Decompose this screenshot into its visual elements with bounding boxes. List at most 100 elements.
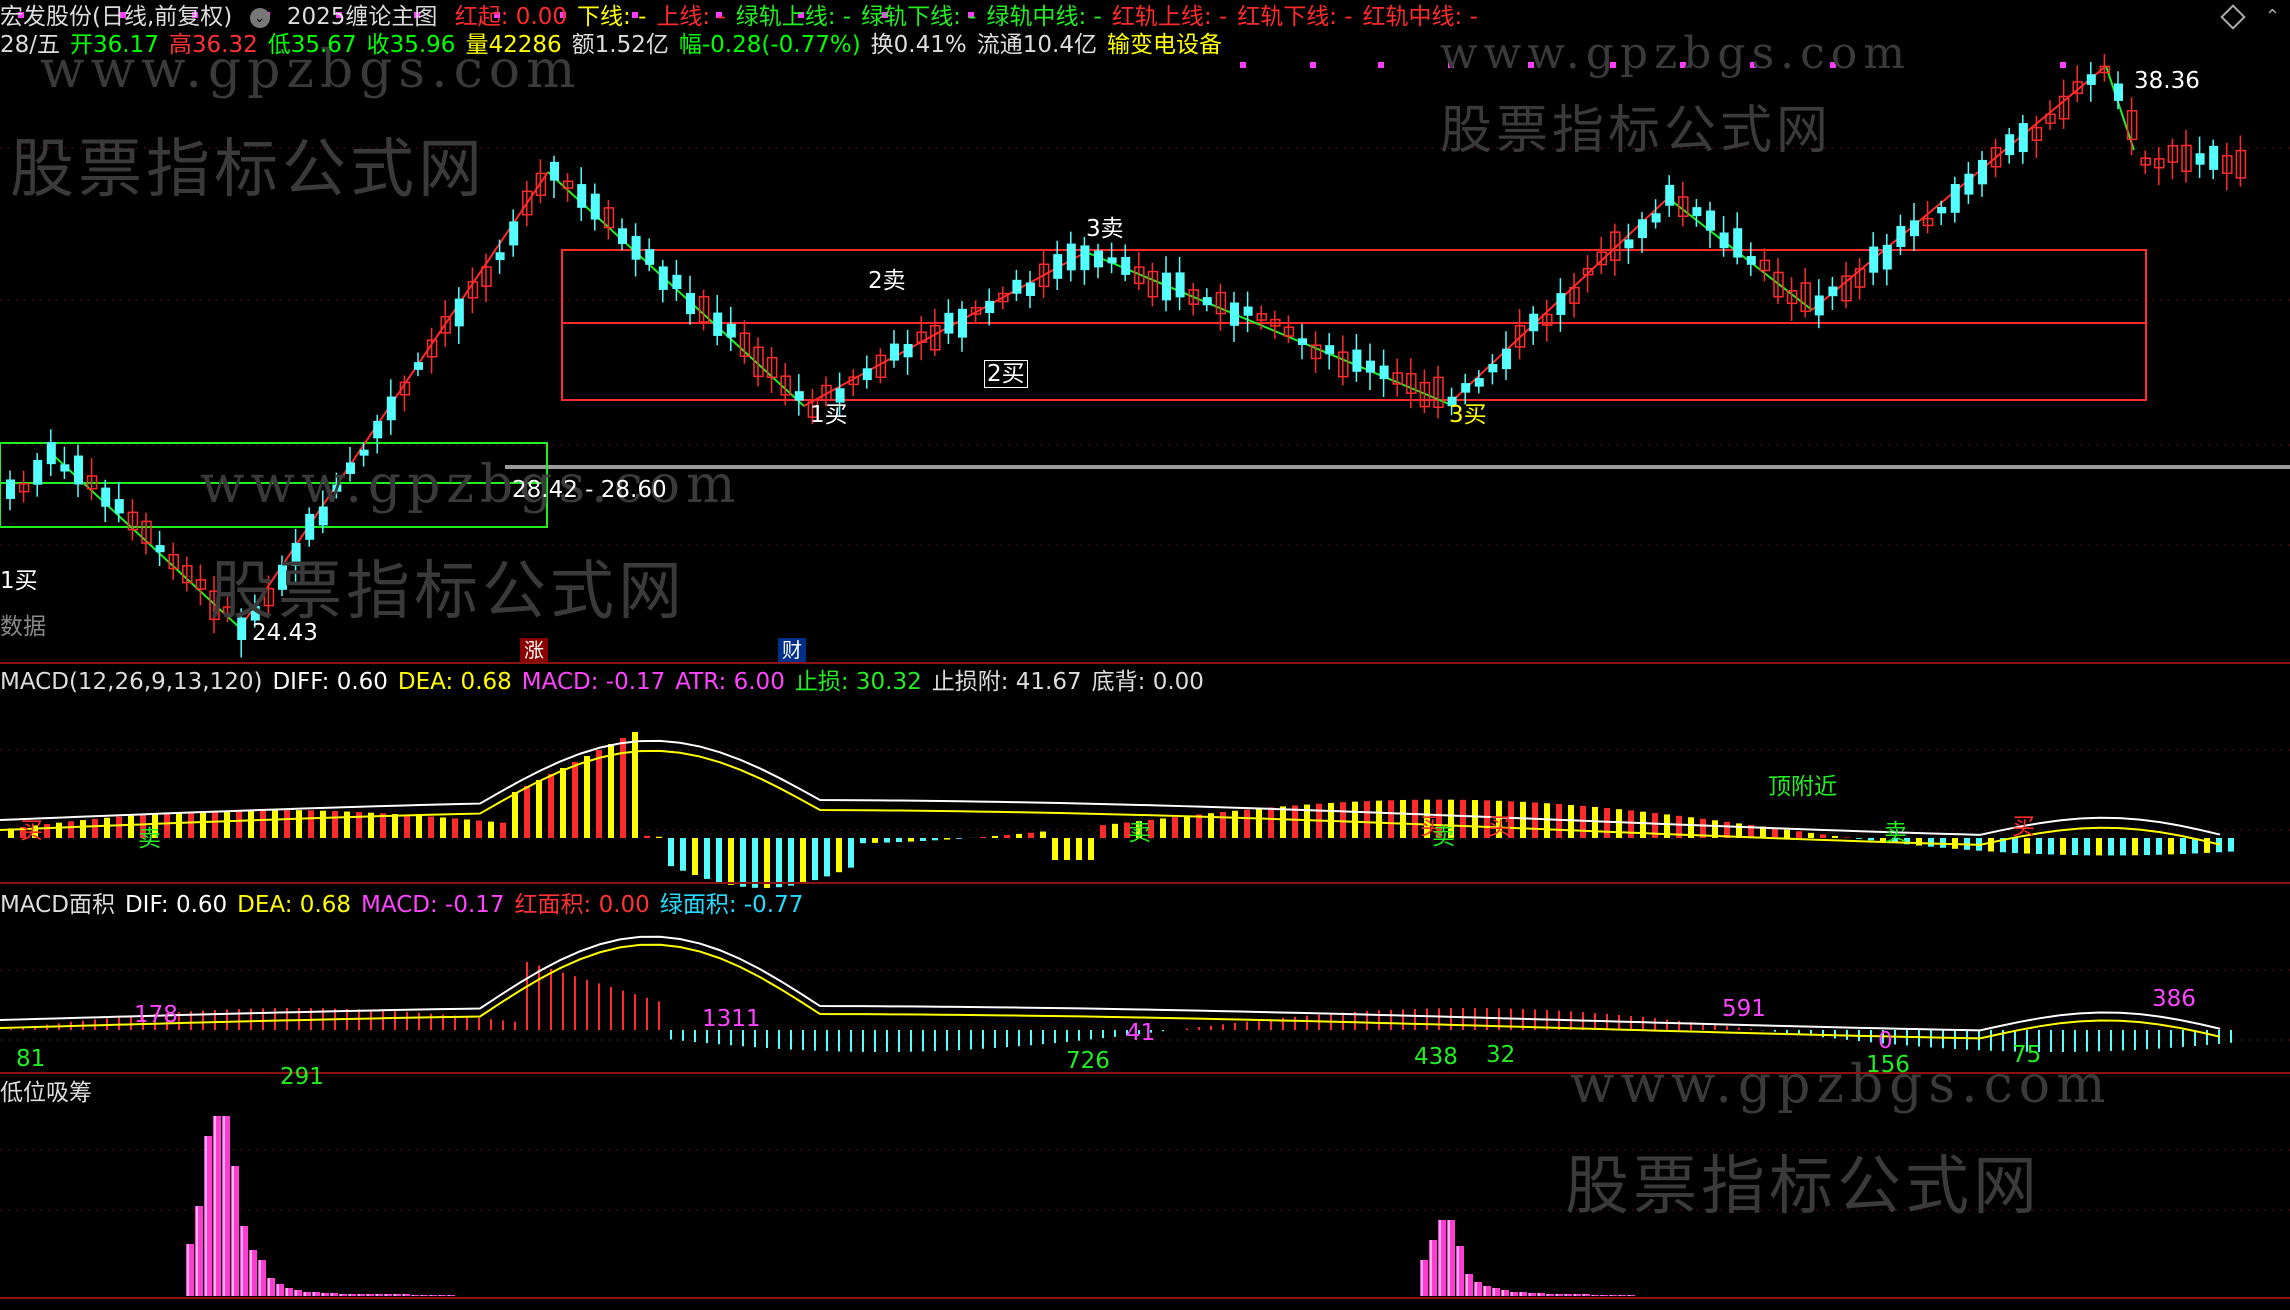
candle-body: [1053, 254, 1063, 279]
area-bar: [2170, 1030, 2172, 1048]
macd-bar: [680, 838, 686, 871]
chip-bar-highlight: [1484, 1286, 1486, 1296]
area-bar: [2158, 1030, 2160, 1049]
candle-body: [903, 344, 913, 358]
chip-bar-highlight: [367, 1294, 369, 1296]
area-bar: [226, 1009, 228, 1030]
area-bar: [946, 1030, 948, 1051]
area-bar: [538, 965, 540, 1030]
candle-body: [114, 499, 124, 514]
area-bar: [1918, 1030, 1920, 1047]
pane-divider[interactable]: [0, 662, 2290, 664]
area-bar: [2098, 1030, 2100, 1052]
chip-bar-highlight: [412, 1295, 414, 1296]
macd-bar: [800, 838, 806, 884]
area-bar: [2146, 1030, 2148, 1050]
signal-dot: [1310, 62, 1316, 68]
indicator-params: 红起: 0.00 下线: - 上线: - 绿轨上线: - 绿轨下线: - 绿轨中线: - 红…: [455, 4, 1488, 30]
signal-dot: [2060, 62, 2066, 68]
candle-body: [1026, 282, 1035, 296]
candle-body: [1828, 286, 1838, 297]
chip-bar-highlight: [1475, 1282, 1477, 1296]
macd-bar: [2228, 838, 2234, 852]
area-bar: [502, 1020, 504, 1030]
candle-body: [2209, 145, 2219, 170]
pane-divider[interactable]: [0, 882, 2290, 884]
candle-body: [672, 274, 682, 290]
chip-bar-highlight: [259, 1260, 261, 1296]
area-bar: [214, 1009, 216, 1030]
header-value: 上线: -: [656, 4, 726, 30]
macd-bar: [476, 820, 482, 838]
macd-bar: [1172, 817, 1178, 838]
macd-bar: [1592, 806, 1598, 838]
macd-bar: [1100, 825, 1106, 838]
event-tag-cai[interactable]: 财: [778, 638, 806, 662]
header-value: 低35.67: [267, 32, 357, 58]
chip-bar-highlight: [349, 1294, 351, 1296]
candle-body: [1719, 232, 1729, 249]
area-bar: [262, 1008, 264, 1030]
macd-bar: [1256, 808, 1262, 838]
header-value: 幅-0.28(-0.77%): [678, 32, 861, 58]
area-bar: [1030, 1030, 1032, 1046]
macd-bar: [1868, 838, 1874, 841]
area-bar: [1666, 1019, 1668, 1030]
area-bar: [382, 1010, 384, 1030]
chip-bar-highlight: [331, 1293, 333, 1296]
area-bar: [742, 1030, 744, 1047]
chip-bar-highlight: [223, 1116, 225, 1296]
candle-body: [713, 312, 723, 336]
indicator-name[interactable]: 2025缠论主图: [287, 4, 438, 30]
macd-bar: [284, 810, 290, 838]
header-value: 红轨上线: -: [1111, 4, 1228, 30]
area-bar: [586, 979, 588, 1030]
area-bar: [778, 1030, 780, 1049]
macd-bar: [980, 836, 986, 838]
header-value: ATR: 6.00: [675, 669, 785, 695]
candle-body: [1746, 256, 1756, 265]
macd-header: MACD(12,26,9,13,120) DIFF: 0.60 DEA: 0.68 M…: [0, 667, 1214, 697]
macd-bar: [2012, 838, 2018, 853]
macd-bar: [1820, 834, 1826, 838]
chip-bar-highlight: [376, 1294, 378, 1296]
chip-bar-highlight: [385, 1294, 387, 1296]
candle-body: [101, 487, 111, 507]
area-bar: [718, 1030, 720, 1045]
candle-body: [958, 308, 967, 338]
macd-bar: [644, 835, 650, 838]
area-bar: [1294, 1016, 1296, 1030]
header-value: DEA: 0.68: [237, 892, 352, 918]
dea-line: [0, 943, 2221, 1040]
macd-bar: [1364, 801, 1370, 838]
stock-name[interactable]: 宏发股份(日线,前复权): [0, 4, 232, 30]
dropdown-icon[interactable]: ⌄: [249, 7, 270, 28]
scroll-up-icon[interactable]: ⌃: [2265, 6, 2280, 27]
pane-divider[interactable]: [0, 1072, 2290, 1074]
area-bar: [1234, 1022, 1236, 1030]
data-button[interactable]: 数据: [0, 614, 46, 640]
chip-bar-highlight: [1610, 1295, 1612, 1296]
watermark-cn: 股票指标公式网: [10, 133, 486, 207]
candle-body: [1107, 257, 1117, 264]
candle-body: [1379, 365, 1389, 380]
macd-bar: [728, 838, 734, 885]
chip-bar-highlight: [1556, 1294, 1558, 1296]
macd-bar: [176, 812, 182, 838]
area-bar: [886, 1030, 888, 1052]
area-value: 0: [1878, 1028, 1893, 1054]
event-tag-zhang[interactable]: 涨: [520, 638, 548, 662]
chip-bar-highlight: [448, 1295, 450, 1296]
candle-body: [985, 300, 995, 314]
area-bar: [922, 1030, 924, 1052]
area-bar: [526, 961, 528, 1030]
macd-bar: [248, 810, 254, 838]
area-bar: [1774, 1030, 1776, 1032]
area-value: 591: [1722, 996, 1766, 1022]
area-bar: [1378, 1010, 1380, 1030]
header-value: 额1.52亿: [571, 32, 669, 58]
macd-bar: [668, 838, 674, 867]
area-bar: [1750, 1028, 1752, 1030]
title-bar: 宏发股份(日线,前复权) ⌄ 2025缠论主图 红起: 0.00 下线: - 上线:…: [0, 2, 1498, 32]
candle-body: [618, 228, 627, 244]
